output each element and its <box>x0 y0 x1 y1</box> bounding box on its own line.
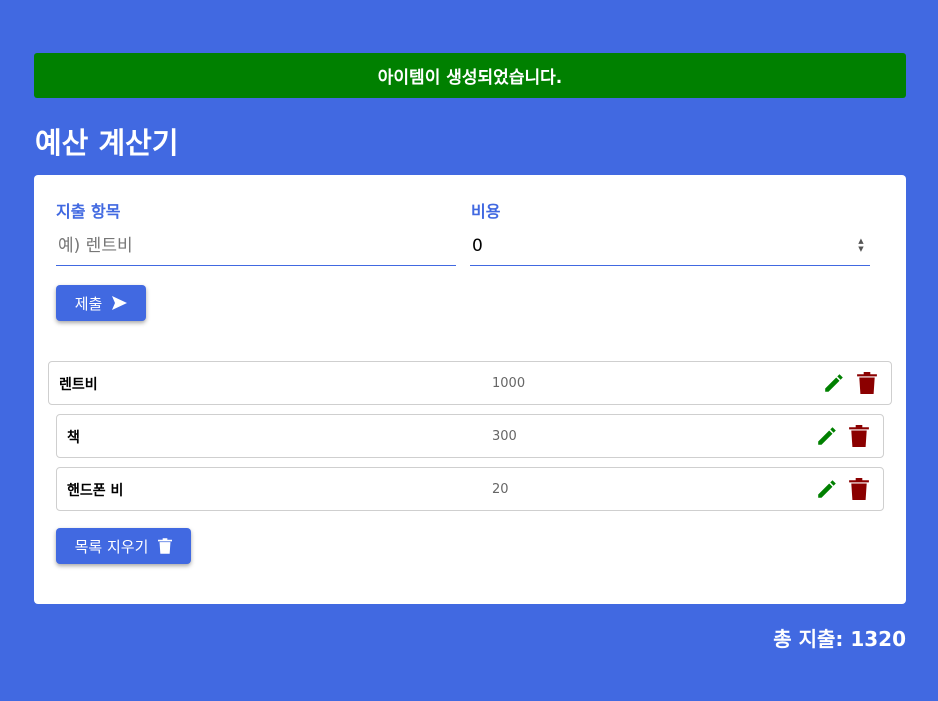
total-expense: 총 지출: 1320 <box>773 627 906 651</box>
send-icon <box>112 296 128 310</box>
alert-text: 아이템이 생성되었습니다. <box>377 68 563 88</box>
trash-icon[interactable] <box>849 425 869 447</box>
trash-icon[interactable] <box>857 372 877 394</box>
submit-button[interactable]: 제출 <box>56 285 146 321</box>
item-cost: 20 <box>492 482 509 497</box>
trash-icon <box>158 538 173 554</box>
page-title: 예산 계산기 <box>35 126 179 160</box>
clear-label: 목록 지우기 <box>74 537 149 556</box>
success-alert: 아이템이 생성되었습니다. <box>34 53 906 98</box>
clear-list-button[interactable]: 목록 지우기 <box>56 528 191 564</box>
item-name: 핸드폰 비 <box>67 483 124 499</box>
item-cost: 1000 <box>492 376 526 391</box>
pencil-icon[interactable] <box>823 372 845 394</box>
expense-label: 지출 항목 <box>56 202 121 221</box>
pencil-icon[interactable] <box>816 425 838 447</box>
submit-label: 제출 <box>74 294 103 313</box>
item-name: 렌트비 <box>59 377 98 393</box>
cost-stepper[interactable]: ▲ ▼ <box>856 237 866 255</box>
item-name: 책 <box>67 430 80 446</box>
trash-icon[interactable] <box>849 478 869 500</box>
expense-input[interactable] <box>56 227 456 266</box>
list-item: 핸드폰 비 20 <box>56 467 884 511</box>
cost-input[interactable] <box>470 227 870 266</box>
budget-card: 지출 항목 비용 ▲▼ 제출 렌트비 1000 책 300 핸드폰 비 20 <box>34 175 906 604</box>
list-item: 책 300 <box>56 414 884 458</box>
item-cost: 300 <box>492 429 517 444</box>
cost-label: 비용 <box>471 202 501 221</box>
list-item: 렌트비 1000 <box>48 361 892 405</box>
pencil-icon[interactable] <box>816 478 838 500</box>
